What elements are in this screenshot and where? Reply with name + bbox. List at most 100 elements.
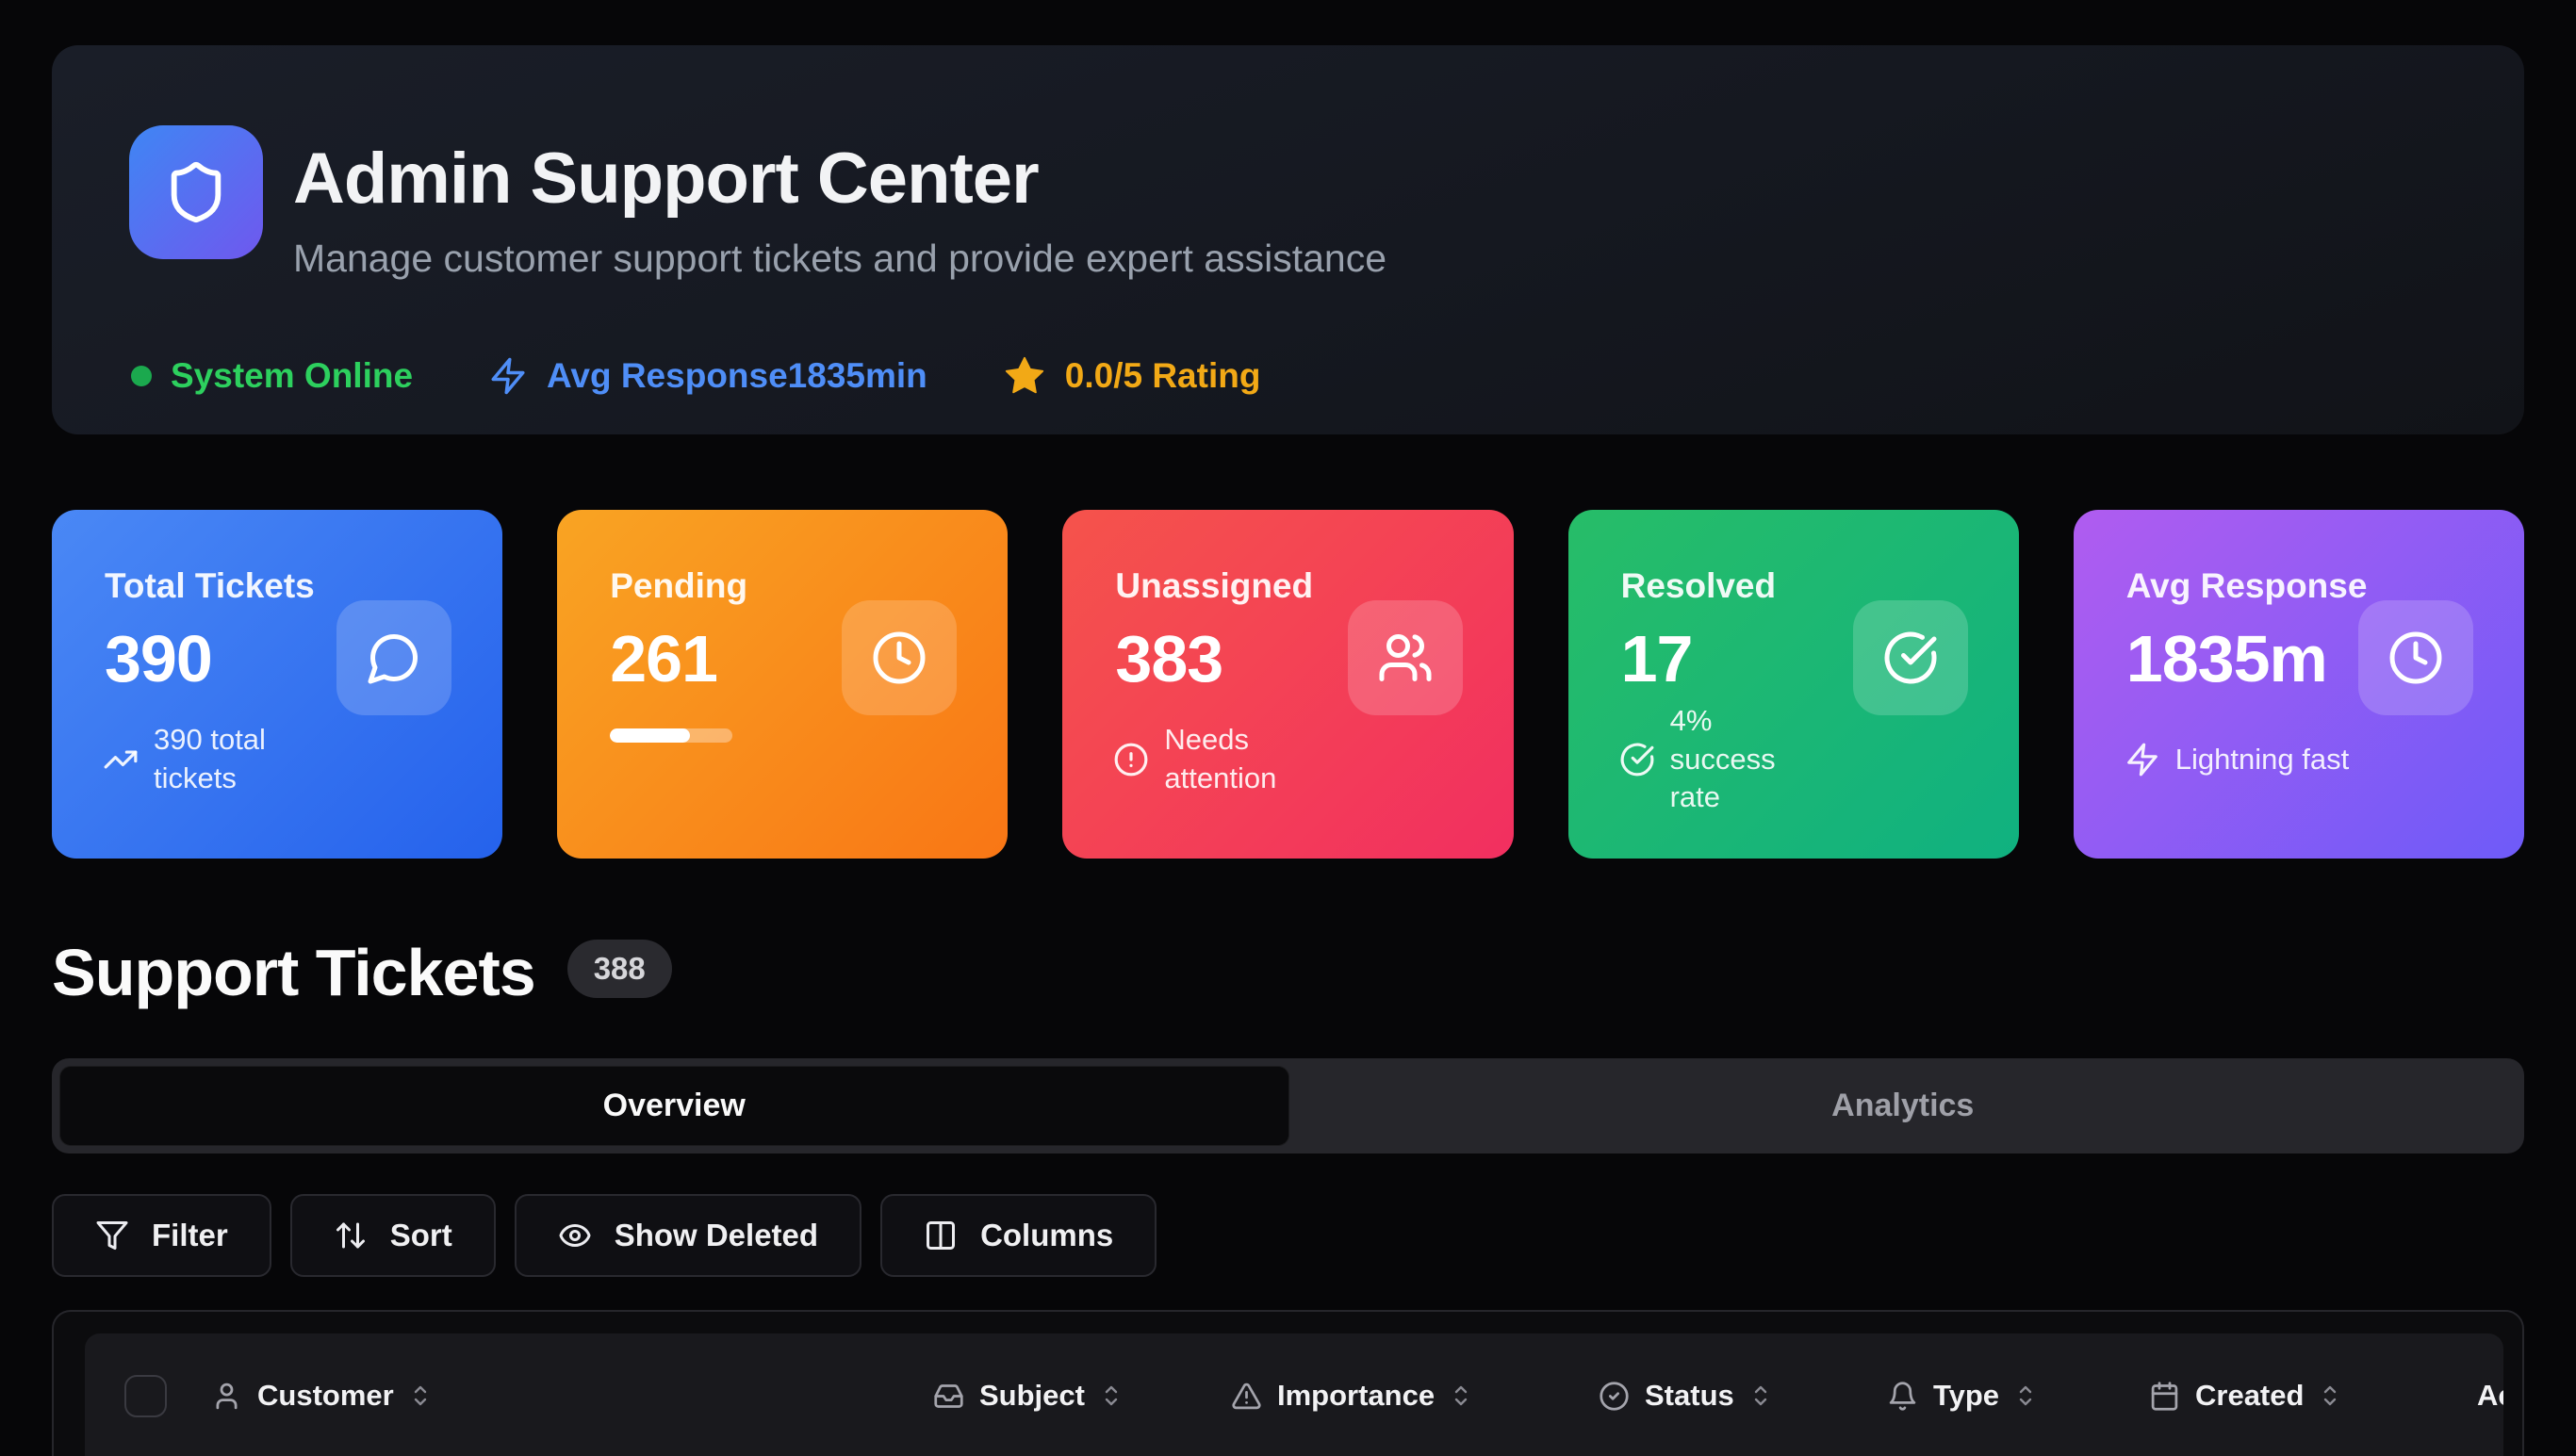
sort-chevrons-icon (2014, 1381, 2037, 1411)
tickets-table: Customer Subject Importance (52, 1310, 2524, 1456)
sort-chevrons-icon (409, 1381, 432, 1411)
stat-footer: Lightning fast (2125, 698, 2411, 821)
circle-check-icon (1599, 1381, 1630, 1412)
column-label: Status (1645, 1379, 1734, 1413)
button-label: Sort (390, 1218, 452, 1253)
stat-label: Unassigned (1115, 566, 1313, 606)
stat-label: Total Tickets (105, 566, 315, 606)
app-icon-badge (129, 125, 263, 259)
stat-value: 383 (1115, 621, 1222, 696)
pending-progress-bar (610, 728, 732, 743)
status-rating: 0.0/5 Rating (1003, 354, 1261, 398)
shield-icon (163, 159, 229, 225)
status-label: System Online (171, 356, 413, 396)
stat-value: 17 (1621, 621, 1693, 696)
user-icon (211, 1381, 242, 1412)
alert-circle-icon (1113, 742, 1149, 777)
star-icon (1003, 354, 1046, 398)
sort-chevrons-icon (1749, 1381, 1772, 1411)
select-all-checkbox[interactable] (124, 1375, 167, 1417)
arrow-up-down-icon (334, 1219, 368, 1252)
column-label: Customer (257, 1379, 394, 1413)
filter-icon (95, 1219, 129, 1252)
button-label: Columns (980, 1218, 1113, 1253)
column-label: Subject (979, 1379, 1085, 1413)
stat-footer-text: Lightning fast (2175, 741, 2411, 779)
trending-up-icon (103, 742, 139, 777)
status-label: Avg Response1835min (547, 356, 927, 396)
clock-icon (2387, 630, 2444, 686)
clock-icon (871, 630, 927, 686)
filter-button[interactable]: Filter (52, 1194, 271, 1277)
column-label: Created (2195, 1379, 2304, 1413)
sort-chevrons-icon (1100, 1381, 1123, 1411)
column-label: Actions (2477, 1379, 2503, 1413)
tab-overview[interactable]: Overview (59, 1066, 1289, 1146)
bell-icon (1887, 1381, 1918, 1412)
page-subtitle: Manage customer support tickets and prov… (293, 237, 1386, 281)
stat-footer-text: 4% success rate (1670, 702, 1826, 818)
stat-footer: 390 total tickets (103, 698, 286, 821)
message-circle-icon (366, 630, 422, 686)
stat-icon-badge (1348, 600, 1463, 715)
columns-icon (924, 1219, 958, 1252)
inbox-icon (933, 1381, 964, 1412)
stat-footer-text: 390 total tickets (154, 721, 286, 798)
stat-footer: Needs attention (1113, 698, 1301, 821)
column-header-actions[interactable]: Actions (2477, 1333, 2503, 1456)
table-header-row: Customer Subject Importance (85, 1333, 2503, 1456)
stat-label: Pending (610, 566, 747, 606)
zap-icon (488, 356, 528, 396)
ticket-count-badge: 388 (567, 940, 672, 998)
status-avg-response: Avg Response1835min (488, 356, 927, 396)
stat-footer: 4% success rate (1619, 698, 1826, 821)
column-header-customer[interactable]: Customer (211, 1333, 432, 1456)
column-label: Importance (1277, 1379, 1435, 1413)
column-header-created[interactable]: Created (2149, 1333, 2341, 1456)
section-title: Support Tickets (52, 935, 535, 1010)
check-circle-icon (1619, 742, 1655, 777)
status-row: System Online Avg Response1835min 0.0/5 … (131, 354, 1260, 398)
stat-icon-badge (336, 600, 451, 715)
eye-icon (558, 1219, 592, 1252)
show-deleted-button[interactable]: Show Deleted (515, 1194, 861, 1277)
toolbar: Filter Sort Show Deleted Columns (52, 1194, 1157, 1277)
stat-value: 1835m (2126, 621, 2327, 696)
column-header-importance[interactable]: Importance (1231, 1333, 1472, 1456)
sort-chevrons-icon (1450, 1381, 1472, 1411)
stat-footer-text: Needs attention (1164, 721, 1301, 798)
stat-label: Avg Response (2126, 566, 2368, 606)
zap-icon (2125, 742, 2160, 777)
column-header-subject[interactable]: Subject (933, 1333, 1123, 1456)
calendar-icon (2149, 1381, 2180, 1412)
stat-label: Resolved (1621, 566, 1777, 606)
page-title: Admin Support Center (293, 138, 1386, 220)
status-label: 0.0/5 Rating (1065, 356, 1261, 396)
status-system-online: System Online (131, 356, 413, 396)
stat-card-avg-response: Avg Response 1835m Lightning fast (2074, 510, 2524, 859)
column-header-status[interactable]: Status (1599, 1333, 1772, 1456)
sort-chevrons-icon (2319, 1381, 2341, 1411)
sort-button[interactable]: Sort (290, 1194, 496, 1277)
stat-card-resolved: Resolved 17 4% success rate (1568, 510, 2019, 859)
tabs-bar: Overview Analytics (52, 1058, 2524, 1153)
column-header-type[interactable]: Type (1887, 1333, 2037, 1456)
stat-cards-row: Total Tickets 390 390 total tickets Pend… (52, 510, 2524, 859)
check-circle-icon (1882, 630, 1939, 686)
tab-analytics[interactable]: Analytics (1289, 1066, 2518, 1146)
stat-card-pending: Pending 261 (557, 510, 1008, 859)
users-icon (1377, 630, 1434, 686)
header-card: Admin Support Center Manage customer sup… (52, 45, 2524, 434)
button-label: Show Deleted (615, 1218, 818, 1253)
button-label: Filter (152, 1218, 228, 1253)
columns-button[interactable]: Columns (880, 1194, 1157, 1277)
stat-icon-badge (842, 600, 957, 715)
alert-triangle-icon (1231, 1381, 1262, 1412)
pending-progress-fill (610, 728, 690, 743)
stat-value: 390 (105, 621, 212, 696)
stat-card-total-tickets: Total Tickets 390 390 total tickets (52, 510, 502, 859)
dot-icon (131, 366, 152, 386)
stat-card-unassigned: Unassigned 383 Needs attention (1062, 510, 1513, 859)
stat-value: 261 (610, 621, 717, 696)
column-label: Type (1933, 1379, 1999, 1413)
